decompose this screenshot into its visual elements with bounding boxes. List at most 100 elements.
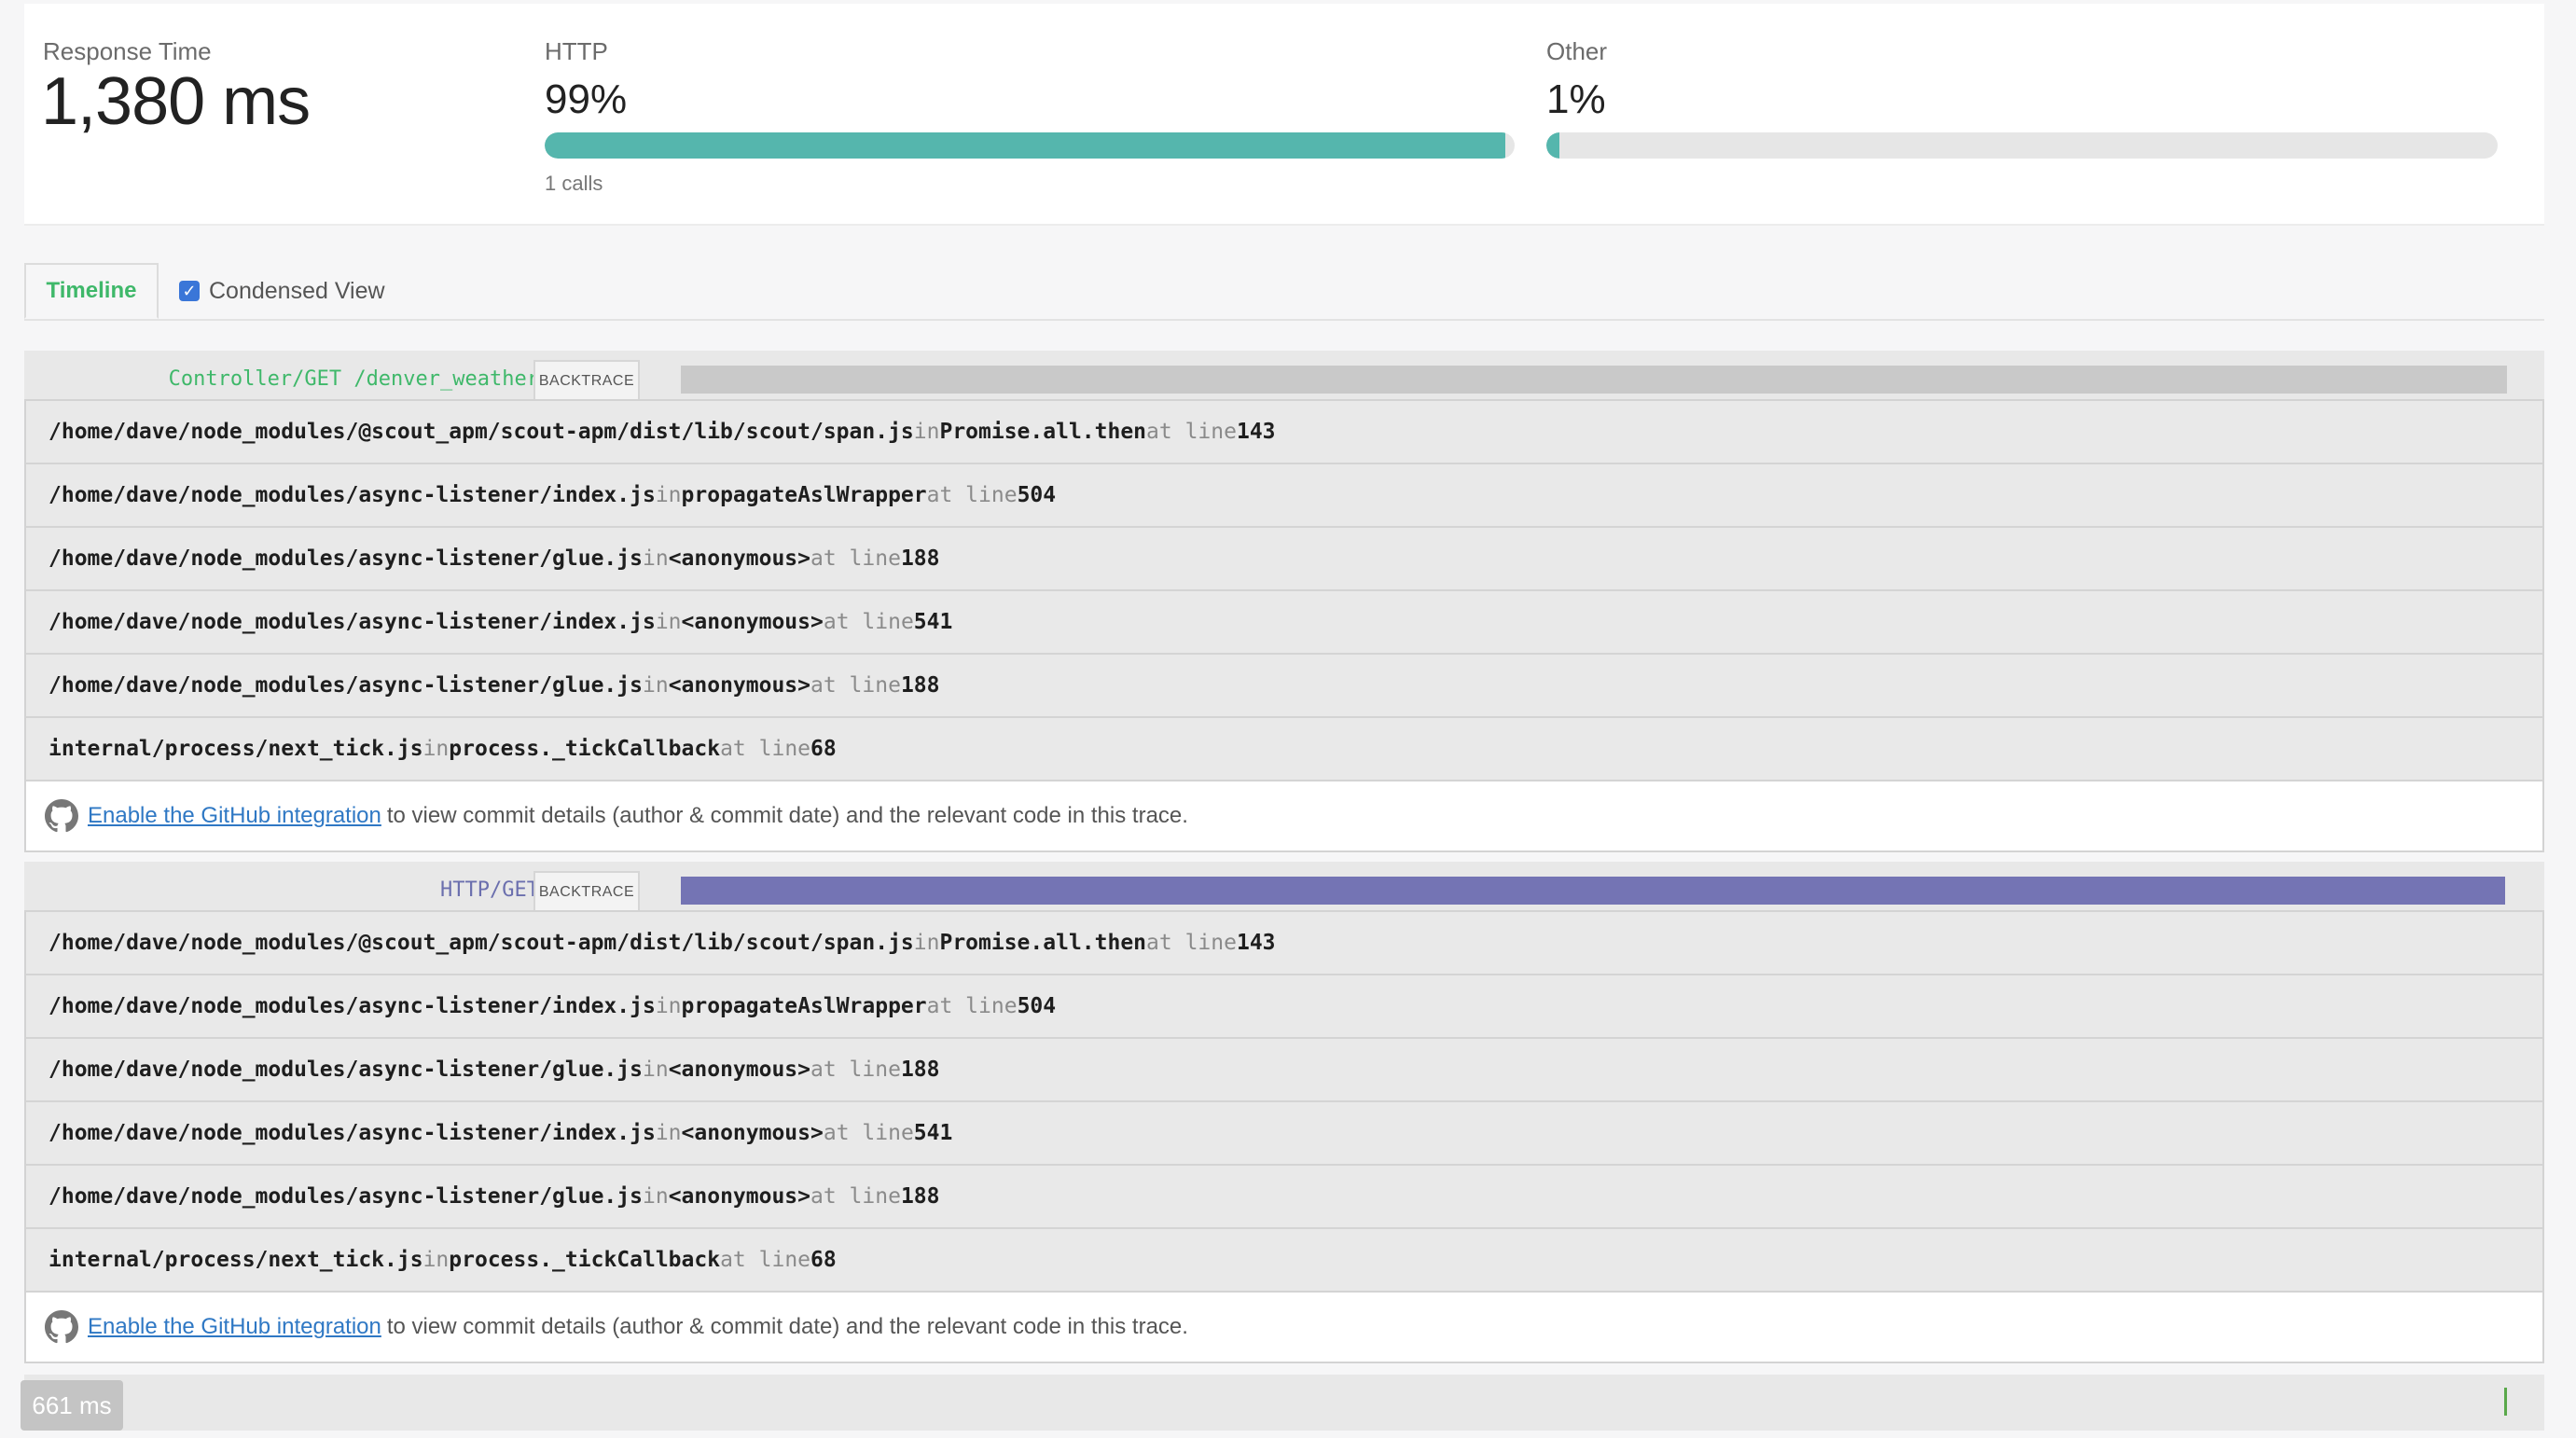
frame-in-keyword: in (642, 673, 669, 698)
frame-in-keyword: in (913, 931, 940, 955)
frame-line-number: 541 (913, 1121, 953, 1145)
layer-name[interactable]: HTTP/GET (304, 878, 539, 906)
frame-function: <anonymous> (668, 1184, 811, 1209)
backtrace-frame: /home/dave/node_modules/async-listener/i… (26, 591, 2542, 655)
view-tabs: Timeline ✓ Condensed View (24, 263, 2544, 321)
tab-timeline[interactable]: Timeline (24, 263, 159, 319)
github-icon (45, 799, 78, 833)
other-label: Other (1546, 37, 1608, 65)
http-progress-fill (545, 132, 1505, 159)
frame-line-number: 188 (900, 673, 940, 698)
frame-function: <anonymous> (668, 673, 811, 698)
frame-function: process._tickCallback (449, 1248, 721, 1272)
frame-file: /home/dave/node_modules/async-listener/g… (48, 1184, 643, 1209)
frame-in-keyword: in (655, 994, 682, 1018)
frame-at-line-keyword: at line (810, 1058, 901, 1082)
frame-in-keyword: in (913, 420, 940, 444)
frame-file: /home/dave/node_modules/async-listener/i… (48, 994, 656, 1018)
github-icon (45, 1310, 78, 1344)
frame-in-keyword: in (655, 1121, 682, 1145)
frame-line-number: 504 (1017, 483, 1057, 507)
backtrace-frame: /home/dave/node_modules/async-listener/i… (26, 464, 2542, 528)
frame-function: process._tickCallback (449, 737, 721, 761)
frame-function: propagateAslWrapper (681, 483, 927, 507)
frame-file: /home/dave/node_modules/async-listener/g… (48, 673, 643, 698)
http-progress-bar (545, 132, 1515, 159)
backtrace-frame: /home/dave/node_modules/async-listener/i… (26, 1102, 2542, 1166)
backtrace-frame: /home/dave/node_modules/async-listener/g… (26, 1039, 2542, 1102)
layer-duration-bar[interactable] (681, 877, 2505, 905)
frame-file: /home/dave/node_modules/async-listener/i… (48, 483, 656, 507)
frame-file: /home/dave/node_modules/async-listener/g… (48, 546, 643, 571)
backtrace-frame: /home/dave/node_modules/@scout_apm/scout… (26, 401, 2542, 464)
frame-function: Promise.all.then (939, 420, 1147, 444)
enable-github-link[interactable]: Enable the GitHub integration (88, 803, 381, 829)
frame-at-line-keyword: at line (810, 546, 901, 571)
timeline-footer (24, 1375, 2544, 1431)
frame-at-line-keyword: at line (1146, 420, 1237, 444)
backtrace-frame: /home/dave/node_modules/@scout_apm/scout… (26, 912, 2542, 975)
frame-function: Promise.all.then (939, 931, 1147, 955)
frame-at-line-keyword: at line (720, 1248, 811, 1272)
frame-line-number: 541 (913, 610, 953, 634)
other-progress-bar (1546, 132, 2498, 159)
frame-line-number: 68 (810, 1248, 837, 1272)
backtrace-panel: /home/dave/node_modules/@scout_apm/scout… (24, 910, 2544, 1363)
frame-at-line-keyword: at line (926, 994, 1018, 1018)
frame-in-keyword: in (655, 610, 682, 634)
condensed-view-label: Condensed View (209, 277, 385, 304)
condensed-view-checkbox[interactable]: ✓ (179, 281, 200, 301)
total-duration-badge: 661 ms (21, 1380, 123, 1431)
github-notice-text: to view commit details (author & commit … (386, 1314, 1188, 1339)
frame-in-keyword: in (642, 546, 669, 571)
frame-at-line-keyword: at line (823, 1121, 914, 1145)
frame-file: internal/process/next_tick.js (48, 1248, 423, 1272)
backtrace-frame: /home/dave/node_modules/async-listener/g… (26, 1166, 2542, 1229)
frame-at-line-keyword: at line (1146, 931, 1237, 955)
frame-at-line-keyword: at line (810, 1184, 901, 1209)
http-calls-count: 1 calls (545, 172, 603, 195)
layer-name[interactable]: Controller/GET /denver_weather (118, 367, 539, 395)
condensed-view-toggle[interactable]: ✓ Condensed View (179, 263, 385, 319)
timeline-end-marker (2504, 1388, 2507, 1416)
summary-card: Response Time 1,380 ms HTTP 99% 1 calls … (24, 4, 2544, 226)
backtrace-frame: internal/process/next_tick.js in process… (26, 1229, 2542, 1293)
response-time-value: 1,380 ms (41, 64, 311, 139)
backtrace-frame: /home/dave/node_modules/async-listener/g… (26, 655, 2542, 718)
backtrace-tab[interactable]: BACKTRACE (533, 871, 640, 912)
frame-function: <anonymous> (668, 546, 811, 571)
layer-duration-bar[interactable] (681, 366, 2507, 394)
frame-line-number: 188 (900, 1184, 940, 1209)
backtrace-frame: /home/dave/node_modules/async-listener/i… (26, 975, 2542, 1039)
other-percent: 1% (1546, 76, 1606, 122)
frame-file: /home/dave/node_modules/async-listener/g… (48, 1058, 643, 1082)
frame-in-keyword: in (642, 1058, 669, 1082)
enable-github-link[interactable]: Enable the GitHub integration (88, 1314, 381, 1340)
github-integration-notice: Enable the GitHub integration to view com… (26, 1293, 2542, 1362)
frame-at-line-keyword: at line (720, 737, 811, 761)
frame-in-keyword: in (642, 1184, 669, 1209)
frame-file: /home/dave/node_modules/async-listener/i… (48, 610, 656, 634)
frame-at-line-keyword: at line (810, 673, 901, 698)
frame-line-number: 188 (900, 546, 940, 571)
http-label: HTTP (545, 37, 608, 65)
backtrace-tab[interactable]: BACKTRACE (533, 360, 640, 401)
frame-line-number: 68 (810, 737, 837, 761)
frame-line-number: 504 (1017, 994, 1057, 1018)
frame-line-number: 143 (1236, 420, 1276, 444)
trace-page: Response Time 1,380 ms HTTP 99% 1 calls … (0, 0, 2576, 1438)
response-time-label: Response Time (43, 37, 212, 65)
frame-function: <anonymous> (681, 610, 824, 634)
http-percent: 99% (545, 76, 628, 122)
github-notice-text: to view commit details (author & commit … (386, 803, 1188, 828)
frame-in-keyword: in (655, 483, 682, 507)
frame-function: <anonymous> (668, 1058, 811, 1082)
frame-line-number: 143 (1236, 931, 1276, 955)
frame-file: /home/dave/node_modules/@scout_apm/scout… (48, 931, 914, 955)
frame-line-number: 188 (900, 1058, 940, 1082)
frame-file: /home/dave/node_modules/async-listener/i… (48, 1121, 656, 1145)
frame-function: <anonymous> (681, 1121, 824, 1145)
backtrace-panel: /home/dave/node_modules/@scout_apm/scout… (24, 399, 2544, 852)
backtrace-frame: /home/dave/node_modules/async-listener/g… (26, 528, 2542, 591)
other-progress-fill (1546, 132, 1560, 159)
